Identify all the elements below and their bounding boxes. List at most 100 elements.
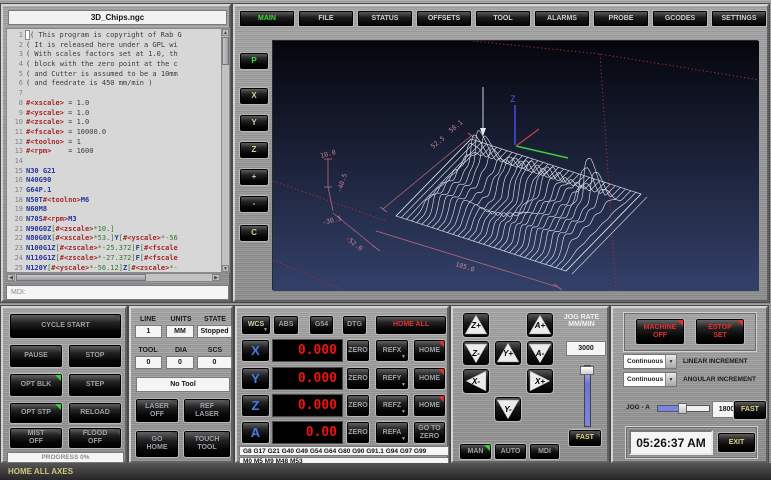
tab-offsets[interactable]: OFFSETS xyxy=(416,10,472,27)
ref-a-button[interactable]: REFA▼ xyxy=(375,421,409,444)
auto-mode-button[interactable]: AUTO xyxy=(494,443,527,460)
preview-viewport[interactable]: 10.0-40.5-30.5-52.0105.052.558.1Z xyxy=(272,40,758,290)
optional-block-button[interactable]: OPT BLK xyxy=(9,373,63,397)
axis-button-y[interactable]: Y xyxy=(241,367,270,390)
man-mode-button[interactable]: MAN xyxy=(459,443,492,460)
tab-tool[interactable]: TOOL xyxy=(475,10,531,27)
jog-z-minusplus-button[interactable]: Z+ xyxy=(462,312,490,338)
jog-y-minus-button[interactable]: Y- xyxy=(494,396,522,422)
go-home-led xyxy=(171,432,177,438)
view-button-x[interactable]: X xyxy=(239,87,269,105)
tab-status[interactable]: STATUS xyxy=(357,10,413,27)
reload-label: RELOAD xyxy=(80,409,110,417)
scroll-right-icon[interactable]: ▶ xyxy=(212,274,220,281)
machine-off-label: MACHINE OFF xyxy=(642,324,678,340)
ref-y-button[interactable]: REFY▼ xyxy=(375,367,409,390)
tab-gcodes[interactable]: GCODES xyxy=(652,10,708,27)
zero-a-button[interactable]: ZERO xyxy=(346,421,370,444)
jog-y-minusplus-button[interactable]: Y+ xyxy=(494,340,522,366)
reload-button[interactable]: RELOAD xyxy=(68,402,122,424)
scroll-up-icon[interactable]: ▲ xyxy=(222,29,229,36)
stop-button[interactable]: STOP xyxy=(68,344,122,368)
axis-button-x[interactable]: X xyxy=(241,339,270,362)
tab-alarms[interactable]: ALARMS xyxy=(534,10,590,27)
axis-button-z[interactable]: Z xyxy=(241,394,270,417)
chevron-down-icon[interactable]: ▼ xyxy=(665,355,676,368)
units-label: UNITS xyxy=(165,316,197,323)
mist-button[interactable]: MIST OFF xyxy=(9,427,63,449)
cycle-start-button[interactable]: CYCLE START xyxy=(9,313,122,339)
laser-button[interactable]: LASER OFF xyxy=(135,398,179,423)
jog-a-slider-handle[interactable] xyxy=(678,403,687,414)
scroll-left-icon[interactable]: ◀ xyxy=(7,274,15,281)
jog-arrow-label: X+ xyxy=(527,369,553,393)
chevron-down-icon[interactable]: ▼ xyxy=(665,373,676,386)
tool-label: TOOL xyxy=(133,347,163,354)
axis-button-a[interactable]: A xyxy=(241,421,270,444)
pause-button[interactable]: PAUSE xyxy=(9,344,63,368)
tab-bar: MAINFILESTATUSOFFSETSTOOLALARMSPROBEGCOD… xyxy=(239,10,770,27)
code-token: #<fscale xyxy=(144,244,178,254)
flood-button[interactable]: FLOOD OFF xyxy=(68,427,122,449)
estop-button[interactable]: ESTOP SET xyxy=(695,318,745,345)
ref-z-button[interactable]: REFZ▼ xyxy=(375,394,409,417)
jog-a-minusplus-button[interactable]: A+ xyxy=(526,312,554,338)
code-line: 12#<toolno> = 1 xyxy=(7,138,221,148)
zero-x-button[interactable]: ZERO xyxy=(346,339,370,362)
go-home-button[interactable]: GO HOME xyxy=(135,430,179,458)
flood-led xyxy=(114,429,120,435)
code-hscrollbar[interactable]: ◀ ▶ xyxy=(6,273,221,282)
hscroll-thumb[interactable] xyxy=(16,274,146,281)
code-lines[interactable]: 1( This program is copyright of Rab G2( … xyxy=(6,28,221,273)
tab-probe[interactable]: PROBE xyxy=(593,10,649,27)
fast-a-button[interactable]: FAST xyxy=(733,400,767,420)
code-token: ( With scales factors set at 1.0, th xyxy=(26,50,178,60)
exit-button[interactable]: EXIT xyxy=(717,432,756,453)
view-button-p[interactable]: P xyxy=(239,52,269,70)
man-label: MAN xyxy=(468,448,484,456)
zero-y-button[interactable]: ZERO xyxy=(346,367,370,390)
home-a-button[interactable]: GO TO ZERO xyxy=(413,421,446,444)
mdi-input[interactable]: MDI: xyxy=(6,285,229,300)
code-vscrollbar[interactable]: ▲ ▼ xyxy=(221,28,230,273)
tab-file[interactable]: FILE xyxy=(298,10,354,27)
view-button--[interactable]: - xyxy=(239,195,269,213)
ref-x-button[interactable]: REFX▼ xyxy=(375,339,409,362)
jog-x-minus-button[interactable]: X- xyxy=(462,368,490,394)
settings-panel: MACHINE OFF ESTOP SET Continuous▼ LINEAR… xyxy=(611,306,768,463)
mdi-mode-button[interactable]: MDI xyxy=(529,443,560,460)
application: 3D_Chips.ngc 1( This program is copyrigh… xyxy=(0,0,771,480)
linear-increment-select[interactable]: Continuous▼ xyxy=(623,354,677,369)
view-button-z[interactable]: Z xyxy=(239,141,269,159)
jog-arrow-label: Y+ xyxy=(495,341,521,365)
view-button-y[interactable]: Y xyxy=(239,114,269,132)
scroll-down-icon[interactable]: ▼ xyxy=(222,265,229,272)
code-token xyxy=(26,31,29,39)
jog-z-minus-button[interactable]: Z- xyxy=(462,340,490,366)
view-button-+[interactable]: + xyxy=(239,168,269,186)
view-button-c[interactable]: C xyxy=(239,224,269,242)
jog-x-minusplus-button[interactable]: X+ xyxy=(526,368,554,394)
tab-settings[interactable]: SETTINGS xyxy=(711,10,767,27)
machine-off-button[interactable]: MACHINE OFF xyxy=(635,318,685,345)
touch-tool-button[interactable]: TOUCH TOOL xyxy=(183,430,231,458)
code-token: #<zscale> xyxy=(60,254,98,264)
ref-laser-button[interactable]: REF LASER xyxy=(183,398,231,423)
step-button[interactable]: STEP xyxy=(68,373,122,397)
jog-fast-button[interactable]: FAST xyxy=(568,429,602,447)
home-y-button[interactable]: HOME xyxy=(413,367,446,390)
jog-fast-label: FAST xyxy=(576,434,594,442)
home-x-button[interactable]: HOME xyxy=(413,339,446,362)
jog-a-minus-button[interactable]: A- xyxy=(526,340,554,366)
home-z-button[interactable]: HOME xyxy=(413,394,446,417)
jog-rate-slider-handle[interactable] xyxy=(580,366,594,375)
code-line: 2( It is released here under a GPL wi xyxy=(7,41,221,51)
code-token: = xyxy=(64,128,77,138)
vscroll-thumb[interactable] xyxy=(222,37,229,65)
zero-z-button[interactable]: ZERO xyxy=(346,394,370,417)
code-token: 1.0 xyxy=(77,109,90,119)
code-line: 15N30 G21 xyxy=(7,167,221,177)
angular-increment-select[interactable]: Continuous▼ xyxy=(623,372,677,387)
dro-a: 0.00 xyxy=(272,421,343,444)
optional-stop-button[interactable]: OPT STP xyxy=(9,402,63,424)
